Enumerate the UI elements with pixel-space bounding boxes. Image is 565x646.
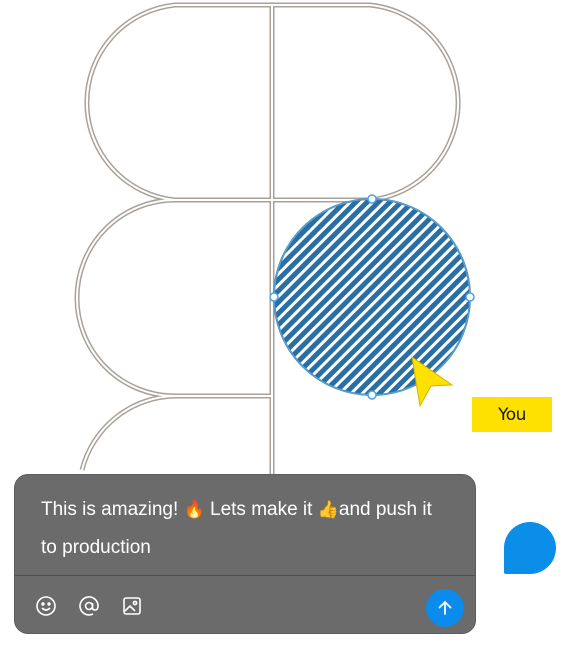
comment-composer: This is amazing! 🔥 Lets make it 👍and pus… xyxy=(14,474,476,634)
send-button[interactable] xyxy=(426,589,464,627)
resize-handle-top xyxy=(367,194,377,204)
thumbs-up-emoji: 👍 xyxy=(317,500,339,520)
comment-text[interactable]: This is amazing! 🔥 Lets make it 👍and pus… xyxy=(41,491,441,566)
selected-circle-shape[interactable] xyxy=(269,194,475,400)
bottom-left-half-circle xyxy=(79,393,272,471)
resize-handle-right xyxy=(465,292,475,302)
resize-handle-left xyxy=(269,292,279,302)
smiley-icon[interactable] xyxy=(35,595,57,617)
collaborator-name-label: You xyxy=(472,397,552,432)
resize-handle-bottom xyxy=(367,390,377,400)
arrow-up-icon xyxy=(438,601,452,615)
avatar-comment-bubble[interactable] xyxy=(504,522,556,574)
composer-divider xyxy=(15,575,475,576)
at-sign-icon[interactable] xyxy=(78,595,100,617)
fire-emoji: 🔥 xyxy=(183,500,205,520)
image-icon[interactable] xyxy=(121,595,143,617)
